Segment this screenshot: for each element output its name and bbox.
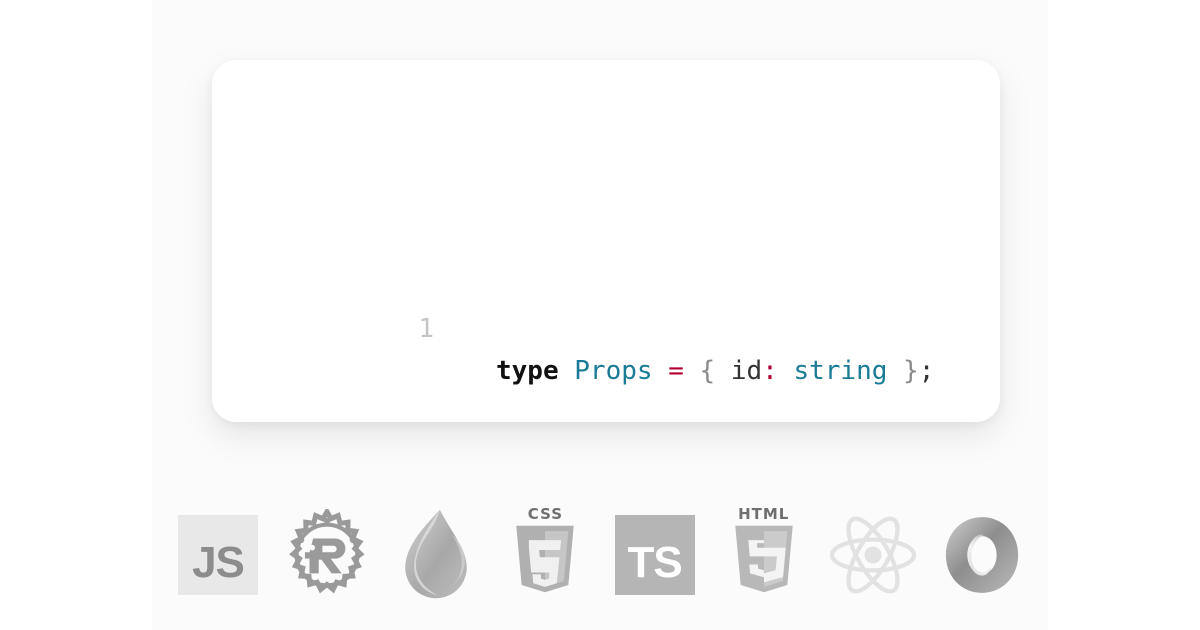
rust-icon (279, 507, 375, 603)
typescript-icon: TS (607, 507, 703, 603)
css3-label: CSS (527, 505, 564, 523)
token-type-name: Props (574, 356, 653, 386)
technology-logo-strip: JS CSS TS HTML (152, 495, 1048, 615)
javascript-icon: JS (170, 507, 266, 603)
token-semicolon: ; (918, 356, 935, 386)
token-property-name: id (730, 356, 763, 386)
css3-shield: CSS (502, 507, 588, 603)
token-keyword-type: type (496, 356, 559, 386)
react-icon (825, 507, 921, 603)
token-type-string: string (793, 356, 888, 386)
line-number: 1 (418, 314, 434, 344)
css3-icon: CSS (497, 507, 593, 603)
html5-shield: HTML (721, 507, 807, 603)
json-icon (934, 507, 1030, 603)
token-colon: : (762, 356, 778, 386)
code-block: 1 type Props = { id: string }; 2 3 expor… (212, 98, 1000, 422)
token-brace-open: { (699, 356, 716, 386)
javascript-badge: JS (178, 515, 258, 595)
javascript-label: JS (192, 538, 245, 587)
token-brace-close: } (903, 356, 919, 386)
code-snippet-card: 1 type Props = { id: string }; 2 3 expor… (212, 60, 1000, 422)
html5-label: HTML (738, 505, 790, 523)
html5-icon: HTML (716, 507, 812, 603)
line-content: type Props = { id: string }; (496, 350, 934, 392)
code-line: 1 type Props = { id: string }; (212, 266, 1000, 386)
typescript-badge: TS (614, 515, 695, 595)
token-equals: = (668, 356, 684, 386)
elixir-icon (388, 507, 484, 603)
screenshot-stage: 1 type Props = { id: string }; 2 3 expor… (0, 0, 1200, 630)
typescript-label: TS (627, 538, 682, 587)
